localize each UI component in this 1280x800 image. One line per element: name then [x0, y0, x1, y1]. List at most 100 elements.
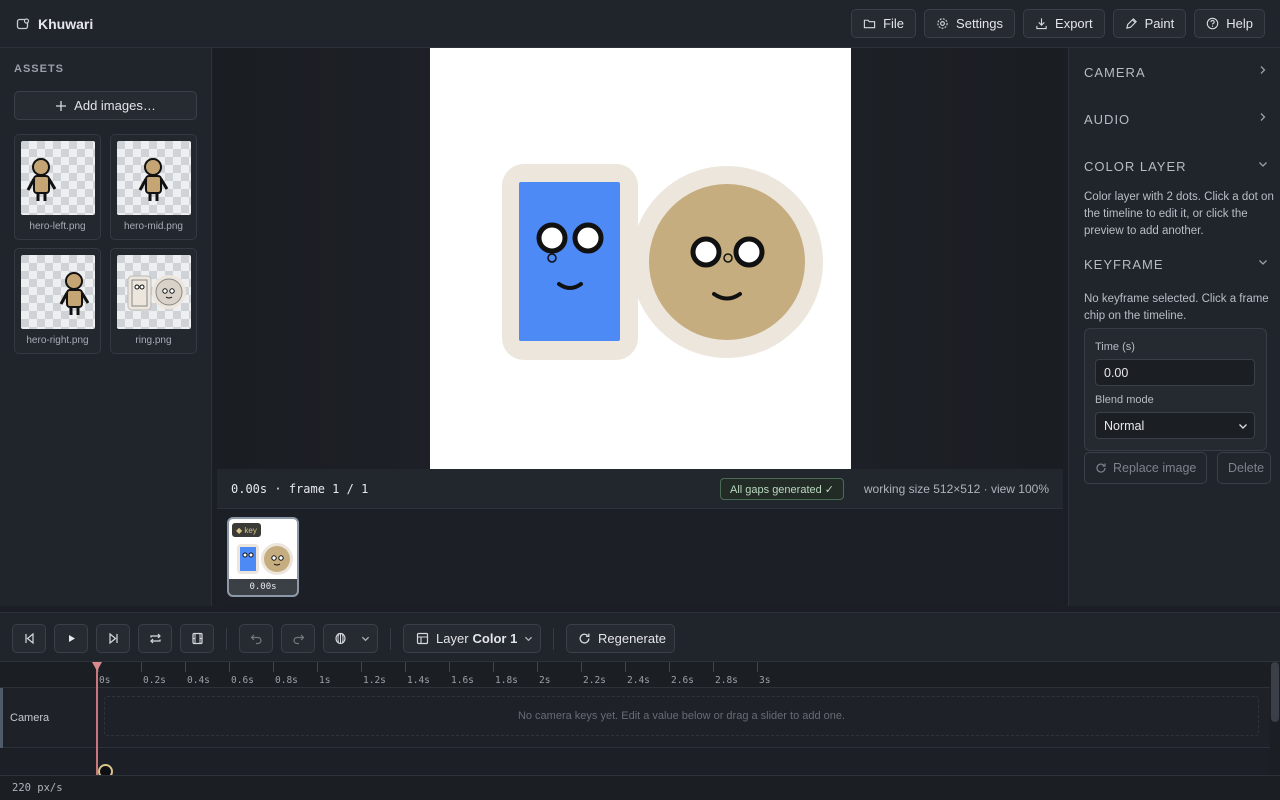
toolbar-divider — [553, 628, 554, 650]
camera-track[interactable]: Camera No camera keys yet. Edit a value … — [0, 688, 1270, 748]
gear-icon — [937, 18, 948, 29]
regenerate-button[interactable]: Regenerate — [566, 624, 675, 653]
chevron-down-icon — [525, 636, 533, 642]
chevron-down-icon — [1259, 162, 1267, 167]
tick-label: 1.2s — [363, 675, 386, 686]
camera-track-empty-hint: No camera keys yet. Edit a value below o… — [104, 696, 1259, 736]
tick-label: 2s — [539, 675, 551, 686]
folder-icon — [863, 19, 876, 29]
section-keyframe-label: KEYFRAME — [1084, 257, 1164, 272]
time-label: Time (s) — [1095, 341, 1135, 353]
export-label: Export — [1055, 16, 1093, 31]
asset-image — [21, 141, 95, 215]
toolbar-divider — [226, 628, 227, 650]
loop-button[interactable] — [138, 624, 172, 653]
skip-end-button[interactable] — [96, 624, 130, 653]
color-layer-track[interactable] — [0, 749, 1270, 775]
tick-label: 0.6s — [231, 675, 254, 686]
hero-figure-icon — [26, 158, 57, 201]
redo-button[interactable] — [281, 624, 315, 653]
app-title: Khuwari — [38, 15, 94, 32]
asset-thumb-hero-mid[interactable]: hero-mid.png — [110, 134, 197, 240]
frame-strip: ◆ key 0.00s — [217, 510, 1063, 606]
onion-skin-dropdown[interactable] — [323, 624, 378, 653]
section-audio[interactable]: AUDIO — [1084, 112, 1268, 127]
settings-label: Settings — [956, 16, 1004, 31]
blend-mode-select[interactable]: Normal — [1095, 412, 1255, 439]
camera-track-label: Camera — [0, 688, 97, 748]
timeline-footer: 220 px/s — [0, 775, 1280, 800]
tick-label: 0s — [99, 675, 111, 686]
working-size: working size 512×512 · view 100% — [863, 482, 1049, 496]
add-images-button[interactable]: Add images… — [14, 91, 197, 120]
app-logo-icon — [16, 17, 30, 29]
toolbar-divider — [390, 628, 391, 650]
asset-image — [117, 255, 191, 329]
layer-prefix: Layer — [436, 631, 469, 646]
plus-icon — [56, 100, 67, 111]
scene-preview-icon — [502, 164, 823, 360]
inspector-panel: CAMERA AUDIO COLOR LAYER Color layer wit… — [1068, 48, 1280, 606]
undo-button[interactable] — [239, 624, 273, 653]
key-badge: ◆ key — [232, 523, 261, 537]
help-icon — [1206, 17, 1219, 30]
skip-start-button[interactable] — [12, 624, 46, 653]
regenerate-label: Regenerate — [598, 631, 666, 646]
delete-button[interactable]: Delete — [1217, 452, 1271, 484]
time-input[interactable]: 0.00 — [1095, 359, 1255, 386]
ring-icon — [127, 275, 186, 311]
section-color-layer[interactable]: COLOR LAYER — [1084, 159, 1268, 174]
export-button[interactable]: Export — [1023, 9, 1105, 38]
settings-button[interactable]: Settings — [924, 9, 1016, 38]
assets-panel: ASSETS Add images… hero-left.png hero-mi… — [0, 48, 212, 606]
asset-name: hero-right.png — [26, 335, 89, 346]
play-button[interactable] — [54, 624, 88, 653]
layer-name: Color 1 — [472, 631, 518, 646]
refresh-icon — [579, 633, 590, 644]
gaps-status-badge: All gaps generated ✓ — [720, 478, 845, 500]
section-camera[interactable]: CAMERA — [1084, 65, 1268, 80]
frame-chip[interactable]: ◆ key 0.00s — [227, 517, 299, 597]
preview-stage — [213, 48, 1063, 469]
asset-image — [21, 255, 95, 329]
paint-button[interactable]: Paint — [1112, 9, 1187, 38]
replace-image-button[interactable]: Replace image — [1084, 452, 1208, 484]
section-camera-label: CAMERA — [1084, 65, 1146, 80]
section-audio-label: AUDIO — [1084, 112, 1131, 127]
app-brand: Khuwari — [16, 16, 93, 32]
chevron-right-icon — [1260, 113, 1266, 121]
delete-label: Delete — [1228, 461, 1265, 475]
scrollbar-thumb[interactable] — [1271, 662, 1279, 722]
tick-label: 3s — [759, 675, 771, 686]
tick-label: 0.8s — [275, 675, 298, 686]
loop-icon — [149, 633, 161, 644]
file-button[interactable]: File — [851, 9, 917, 38]
frame-total: 1 — [361, 481, 369, 496]
tick-label: 1s — [319, 675, 331, 686]
playhead-line[interactable] — [96, 662, 98, 775]
tick-label: 0.2s — [143, 675, 166, 686]
preview-canvas[interactable] — [430, 48, 851, 469]
skip-start-icon — [24, 632, 34, 645]
timeline-ruler[interactable]: 0s 0.2s 0.4s 0.6s 0.8s 1s 1.2s 1.4s 1.6s… — [0, 662, 1280, 688]
timeline-scrollbar[interactable] — [1270, 662, 1280, 775]
preview-infobar: 0.00s · frame 1 / 1 All gaps generated ✓… — [217, 469, 1063, 509]
layer-selector[interactable]: Layer Color 1 — [403, 624, 541, 653]
redo-icon — [292, 634, 304, 645]
chevron-right-icon — [1260, 66, 1266, 74]
tick-label: 2.4s — [627, 675, 650, 686]
blend-mode-label: Blend mode — [1095, 394, 1154, 406]
asset-thumb-ring[interactable]: ring.png — [110, 248, 197, 354]
asset-thumb-hero-right[interactable]: hero-right.png — [14, 248, 101, 354]
help-button[interactable]: Help — [1194, 9, 1265, 38]
asset-thumb-hero-left[interactable]: hero-left.png — [14, 134, 101, 240]
tick-label: 2.6s — [671, 675, 694, 686]
onion-skin-icon — [335, 632, 346, 645]
playhead-handle[interactable] — [92, 662, 102, 671]
film-icon — [191, 632, 203, 645]
section-keyframe[interactable]: KEYFRAME — [1084, 257, 1268, 272]
filmstrip-button[interactable] — [180, 624, 214, 653]
pen-icon — [1125, 18, 1137, 29]
tick-label: 1.4s — [407, 675, 430, 686]
tick-label: 0.4s — [187, 675, 210, 686]
